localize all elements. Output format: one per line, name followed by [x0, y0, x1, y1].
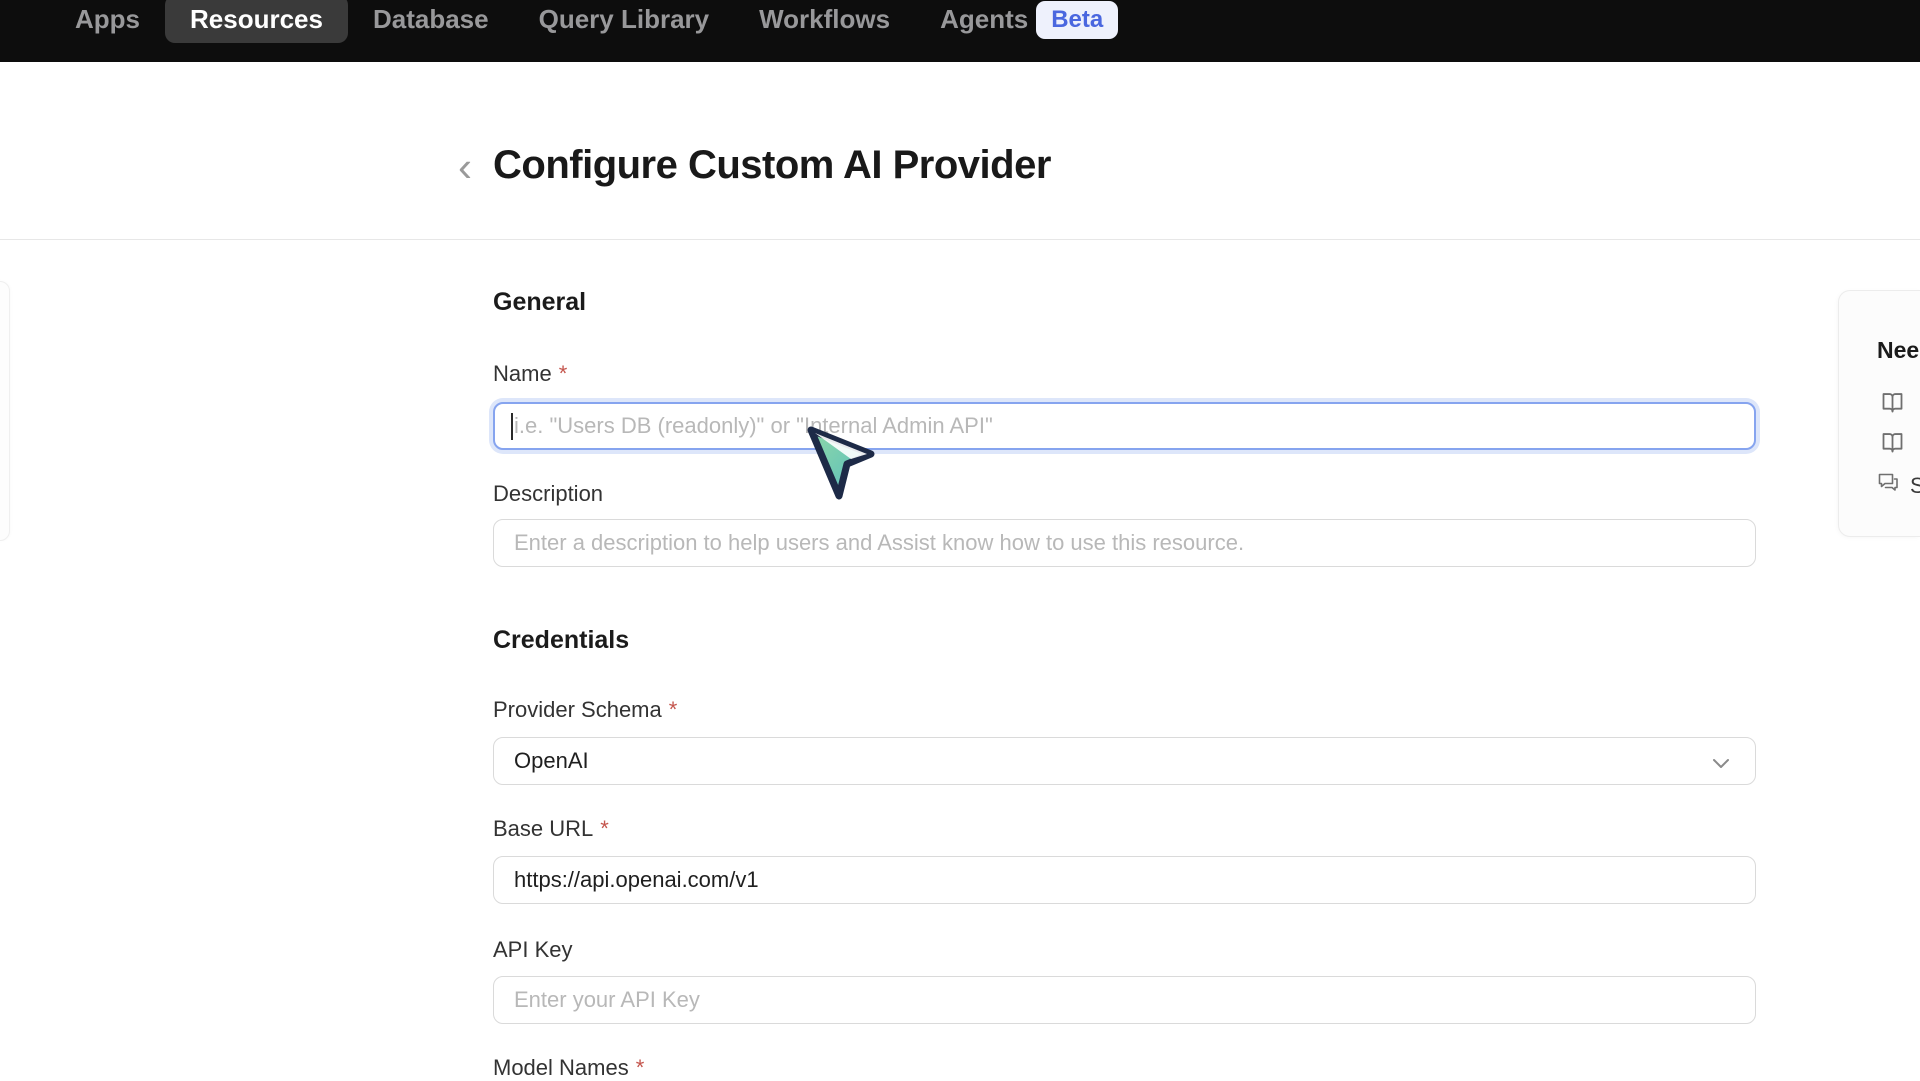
beta-badge: Beta	[1036, 1, 1118, 39]
description-label: Description	[493, 481, 603, 507]
nav-item-query-library[interactable]: Query Library	[514, 0, 735, 43]
nav-item-database[interactable]: Database	[348, 0, 514, 43]
chevron-left-icon: ‹	[458, 146, 472, 188]
model-names-label: Model Names *	[493, 1055, 644, 1081]
top-nav: Apps Resources Database Query Library Wo…	[0, 0, 1920, 62]
general-section-heading: General	[493, 288, 586, 317]
provider-schema-label: Provider Schema *	[493, 697, 677, 723]
base-url-required-asterisk: *	[600, 816, 609, 841]
book-icon	[1879, 389, 1906, 422]
name-label-text: Name	[493, 361, 552, 386]
model-names-label-text: Model Names	[493, 1055, 629, 1080]
text-caret	[511, 413, 513, 440]
nav-item-workflows[interactable]: Workflows	[734, 0, 915, 43]
book-icon	[1879, 429, 1906, 462]
header-divider	[0, 239, 1920, 240]
help-support-label: S	[1910, 473, 1920, 499]
description-input[interactable]	[493, 519, 1756, 567]
chat-icon	[1876, 471, 1900, 501]
chevron-down-icon	[1709, 751, 1733, 781]
help-link-docs-2[interactable]	[1879, 429, 1906, 462]
base-url-label: Base URL *	[493, 816, 609, 842]
help-link-docs-1[interactable]	[1879, 389, 1906, 422]
name-required-asterisk: *	[559, 361, 568, 386]
name-input[interactable]	[493, 402, 1756, 450]
page-title: Configure Custom AI Provider	[493, 143, 1051, 188]
provider-schema-label-text: Provider Schema	[493, 697, 662, 722]
provider-schema-required-asterisk: *	[669, 697, 678, 722]
api-key-input[interactable]	[493, 976, 1756, 1024]
left-panel-edge	[0, 281, 10, 541]
nav-item-apps[interactable]: Apps	[50, 0, 165, 43]
provider-schema-select[interactable]: OpenAI	[493, 737, 1756, 785]
api-key-label: API Key	[493, 937, 572, 963]
help-panel: Nee S	[1838, 290, 1920, 537]
base-url-input[interactable]	[493, 856, 1756, 904]
credentials-section-heading: Credentials	[493, 626, 629, 655]
provider-schema-value: OpenAI	[514, 748, 589, 774]
name-label: Name *	[493, 361, 567, 387]
nav-item-agents[interactable]: Agents	[915, 0, 1042, 43]
model-names-required-asterisk: *	[636, 1055, 645, 1080]
help-link-support[interactable]: S	[1876, 471, 1920, 501]
help-panel-heading: Nee	[1877, 337, 1919, 364]
back-button[interactable]: ‹	[444, 144, 486, 190]
base-url-label-text: Base URL	[493, 816, 593, 841]
nav-item-resources[interactable]: Resources	[165, 0, 348, 43]
